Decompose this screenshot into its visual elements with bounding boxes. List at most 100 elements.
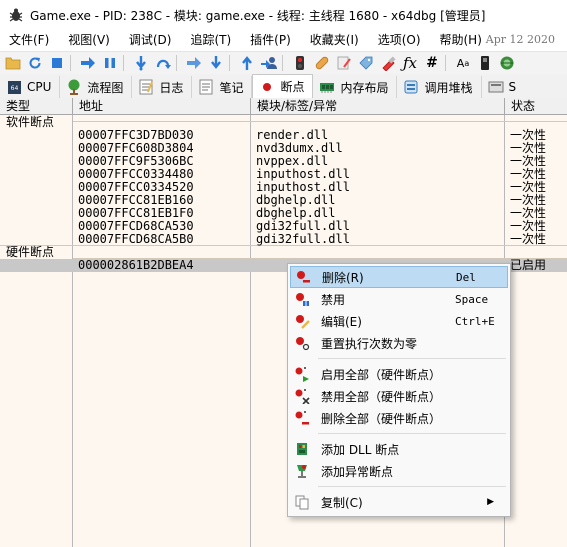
tab-label: 断点 [280, 80, 305, 94]
tab-graph[interactable]: 流程图 [60, 76, 133, 98]
menu-item-copy[interactable]: 复制(C) ▶ [290, 491, 508, 513]
tab-label: 内存布局 [340, 80, 389, 95]
delete-all-icon [293, 409, 311, 427]
disable-breakpoint-icon [293, 290, 311, 308]
run-icon[interactable] [79, 54, 97, 72]
menu-item-enable-all[interactable]: 启用全部（硬件断点） [290, 363, 508, 385]
menu-item-delete[interactable]: 删除(R) Del [290, 266, 508, 288]
notes-icon [198, 79, 214, 95]
menu-item-delete-all[interactable]: 删除全部（硬件断点） [290, 407, 508, 429]
labels-icon[interactable] [357, 54, 375, 72]
menu-item-label: 重置执行次数为零 [321, 336, 418, 351]
breakpoint-module: gdi32full.dll [256, 232, 350, 246]
seh-icon [488, 79, 504, 95]
menu-item-label: 启用全部（硬件断点） [321, 367, 442, 382]
section-label-software: 软件断点 [6, 115, 55, 129]
menu-item-add-dll-breakpoint[interactable]: 添加 DLL 断点 [290, 438, 508, 460]
column-divider [72, 115, 73, 547]
add-dll-breakpoint-icon [293, 440, 311, 458]
callstack-icon [403, 79, 419, 95]
tab-callstack[interactable]: 调用堆栈 [397, 76, 482, 98]
open-icon[interactable] [4, 54, 22, 72]
menu-view[interactable]: 视图(V) [62, 30, 116, 50]
log-icon [138, 79, 154, 95]
step-into-icon[interactable] [132, 54, 150, 72]
restart-icon[interactable] [26, 54, 44, 72]
breakpoint-address: 00007FFCD68CA5B0 [78, 232, 194, 246]
menu-item-label: 禁用全部（硬件断点） [321, 389, 442, 404]
menu-item-disable[interactable]: 禁用 Space [290, 288, 508, 310]
menu-item-edit[interactable]: 编辑(E) Ctrl+E [290, 310, 508, 332]
tab-memory-map[interactable]: 内存布局 [313, 76, 398, 98]
toolbar-separator [282, 55, 283, 71]
menu-item-add-exception-breakpoint[interactable]: 添加异常断点 [290, 460, 508, 482]
execute-till-return-icon[interactable] [238, 54, 256, 72]
context-menu: 删除(R) Del 禁用 Space 编辑(E) Ctrl+E 重置执行次数为零… [287, 263, 511, 517]
hash-icon[interactable]: # [423, 54, 441, 72]
submenu-arrow-icon: ▶ [487, 497, 494, 507]
tab-seh[interactable]: S [482, 76, 525, 98]
step-over-icon[interactable] [154, 54, 172, 72]
column-header-state[interactable]: 状态 [505, 98, 567, 115]
trace-into-icon[interactable] [185, 54, 203, 72]
column-header-address[interactable]: 地址 [73, 98, 251, 115]
menu-item-shortcut: Ctrl+E [455, 314, 495, 328]
bookmarks-icon[interactable] [379, 54, 397, 72]
settings-icon[interactable] [498, 54, 516, 72]
comments-icon[interactable] [335, 54, 353, 72]
tab-log[interactable]: 日志 [132, 76, 193, 98]
scylla-icon[interactable] [291, 54, 309, 72]
menu-debug[interactable]: 调试(D) [123, 30, 178, 50]
menu-options[interactable]: 选项(O) [372, 30, 427, 50]
menu-file[interactable]: 文件(F) [3, 30, 55, 50]
tab-notes[interactable]: 笔记 [192, 76, 253, 98]
menu-item-label: 添加 DLL 断点 [321, 442, 400, 457]
menu-item-disable-all[interactable]: 禁用全部（硬件断点） [290, 385, 508, 407]
toolbar-separator [176, 55, 177, 71]
section-label-hardware: 硬件断点 [6, 245, 55, 259]
edit-breakpoint-icon [293, 312, 311, 330]
breakpoint-address: 000002861B2DBEA4 [78, 258, 194, 272]
menu-item-reset-hitcount[interactable]: 重置执行次数为零 [290, 332, 508, 354]
font-icon[interactable]: Aa [454, 54, 472, 72]
patch-icon[interactable] [313, 54, 331, 72]
toolbar-separator [123, 55, 124, 71]
window-title: Game.exe - PID: 238C - 模块: game.exe - 线程… [30, 8, 486, 23]
row-divider [73, 121, 567, 122]
memory-icon [319, 79, 335, 95]
run-to-user-code-icon[interactable] [260, 54, 278, 72]
menu-plugins[interactable]: 插件(P) [244, 30, 297, 50]
menu-separator [318, 358, 506, 359]
tab-breakpoints[interactable]: 断点 [252, 74, 314, 98]
title-bar: Game.exe - PID: 238C - 模块: game.exe - 线程… [0, 0, 567, 30]
menu-trace[interactable]: 追踪(T) [184, 30, 237, 50]
menu-item-label: 删除全部（硬件断点） [321, 411, 442, 426]
menu-item-label: 添加异常断点 [321, 464, 394, 479]
menu-favourites[interactable]: 收藏夹(I) [304, 30, 365, 50]
trace-over-icon[interactable] [207, 54, 225, 72]
svg-text:64: 64 [10, 85, 18, 92]
menu-separator [318, 486, 506, 487]
reset-hitcount-icon [293, 334, 311, 352]
add-exception-breakpoint-icon [293, 462, 311, 480]
tab-label: 流程图 [87, 80, 124, 95]
tab-cpu[interactable]: 64 CPU [0, 76, 61, 98]
enable-all-icon [293, 365, 311, 383]
pin-icon[interactable] [476, 54, 494, 72]
pause-icon[interactable] [101, 54, 119, 72]
menu-separator [318, 433, 506, 434]
toolbar-separator [445, 55, 446, 71]
breakpoint-state: 已启用 [510, 258, 547, 272]
menu-item-label: 复制(C) [321, 495, 363, 510]
menu-help[interactable]: 帮助(H) [434, 30, 488, 50]
column-header-module[interactable]: 模块/标签/异常 [251, 98, 505, 115]
functions-icon[interactable]: ƒx [401, 54, 419, 72]
build-date: Apr 12 2020 [485, 33, 555, 46]
x64dbg-bug-icon [9, 8, 23, 22]
graph-icon [66, 79, 82, 95]
column-divider [250, 115, 251, 547]
disable-all-icon [293, 387, 311, 405]
column-header-type[interactable]: 类型 [0, 98, 73, 115]
menu-item-shortcut: Space [455, 292, 489, 306]
stop-icon[interactable] [48, 54, 66, 72]
